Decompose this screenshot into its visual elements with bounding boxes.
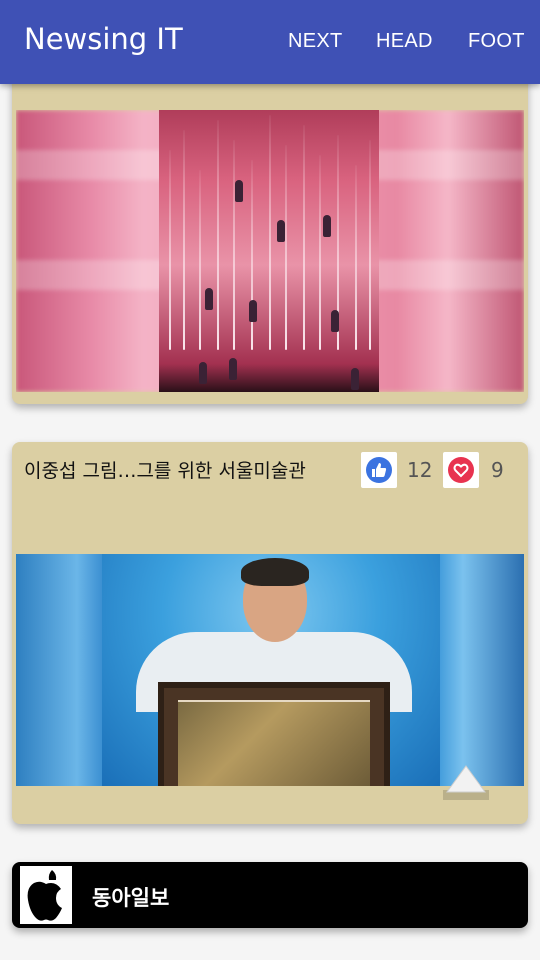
fountain-photo	[159, 110, 379, 392]
heart-icon	[453, 463, 469, 478]
source-logo	[20, 866, 72, 924]
news-source-bar[interactable]: 동아일보	[12, 862, 528, 928]
news-image[interactable]	[16, 110, 524, 392]
head-button[interactable]: HEAD	[376, 30, 433, 53]
news-image[interactable]	[16, 554, 524, 786]
app-bar: Newsing IT NEXT HEAD FOOT	[0, 0, 540, 84]
like-count: 12	[407, 458, 433, 482]
scroll-up-button[interactable]	[443, 764, 489, 800]
news-card[interactable]: 이중섭 그림…그를 위한 서울미술관 12 9	[12, 442, 528, 824]
news-card[interactable]	[12, 60, 528, 404]
like-button[interactable]	[361, 452, 397, 488]
app-title: Newsing IT	[24, 22, 183, 56]
portrait-photo	[102, 554, 440, 786]
article-title[interactable]: 이중섭 그림…그를 위한 서울미술관	[24, 456, 306, 483]
thumbs-up-icon	[372, 463, 387, 477]
triangle-up-icon	[443, 765, 489, 800]
foot-button[interactable]: FOOT	[468, 30, 525, 53]
heart-button[interactable]	[443, 452, 479, 488]
heart-count: 9	[491, 458, 504, 482]
apple-logo-icon	[27, 870, 63, 921]
next-button[interactable]: NEXT	[288, 30, 343, 53]
source-name: 동아일보	[92, 886, 170, 910]
